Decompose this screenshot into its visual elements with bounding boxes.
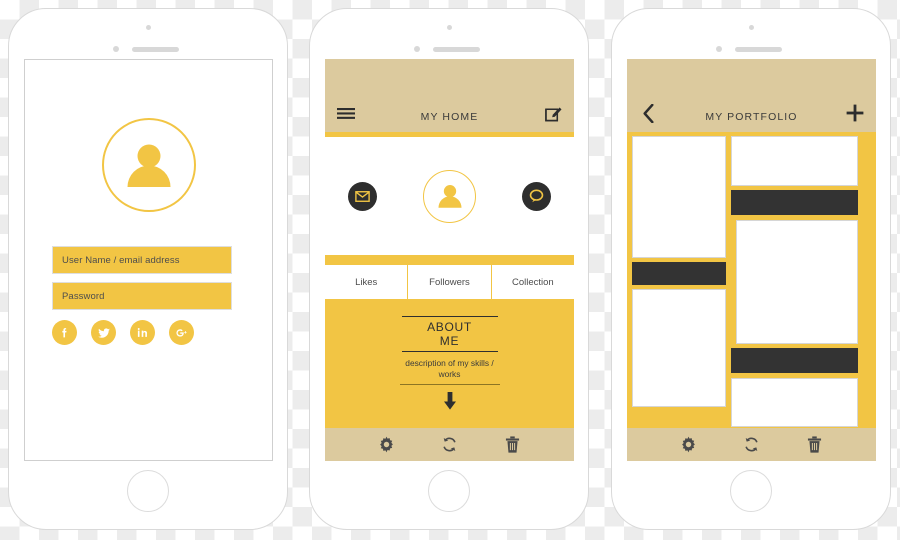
- person-avatar-icon: [101, 118, 196, 212]
- trash-delete-icon[interactable]: [504, 436, 522, 454]
- back-chevron-icon[interactable]: [637, 103, 659, 123]
- mockup-canvas: User Name / email address Password MY HO…: [0, 0, 900, 540]
- refresh-sync-icon[interactable]: [743, 436, 761, 454]
- refresh-sync-icon[interactable]: [441, 436, 459, 454]
- phone-device-portfolio: MY PORTFOLIO: [611, 8, 891, 530]
- about-me-section: ABOUT ME description of my skills / work…: [325, 299, 574, 428]
- social-login-row: [52, 320, 232, 345]
- front-camera-icon: [446, 25, 452, 30]
- portfolio-tile-3[interactable]: [731, 190, 858, 215]
- portfolio-header: MY PORTFOLIO: [627, 59, 876, 132]
- person-avatar-icon[interactable]: [423, 169, 476, 223]
- earpiece-speaker: [735, 47, 782, 52]
- hero-actions-card: [325, 137, 574, 255]
- earpiece-speaker: [132, 47, 179, 52]
- portfolio-tile-4[interactable]: [632, 262, 726, 285]
- home-body: Likes Followers Collection ABOUT ME desc…: [325, 132, 574, 428]
- username-field[interactable]: User Name / email address: [52, 246, 232, 274]
- mail-envelope-icon[interactable]: [348, 181, 377, 211]
- portfolio-tile-8[interactable]: [731, 378, 858, 427]
- proximity-sensor-icon: [113, 46, 119, 52]
- facebook-icon[interactable]: [52, 320, 77, 345]
- proximity-sensor-icon: [716, 46, 722, 52]
- home-tabs: Likes Followers Collection: [325, 265, 574, 299]
- googleplus-icon[interactable]: [169, 320, 194, 345]
- login-screen: User Name / email address Password: [24, 59, 273, 461]
- tabs-spacer: [325, 255, 574, 265]
- home-button[interactable]: [428, 470, 470, 512]
- portfolio-tile-2[interactable]: [731, 136, 858, 186]
- username-field-value: User Name / email address: [62, 254, 180, 266]
- phone-device-home: MY HOME Likes Followers Collection ABOUT…: [309, 8, 589, 530]
- about-me-title: ABOUT ME: [401, 316, 498, 352]
- home-screen: MY HOME Likes Followers Collection ABOUT…: [325, 59, 574, 461]
- login-content: User Name / email address Password: [25, 60, 272, 460]
- about-me-description: description of my skills / works: [399, 358, 500, 385]
- home-button[interactable]: [127, 470, 169, 512]
- twitter-icon[interactable]: [91, 320, 116, 345]
- down-arrow-icon[interactable]: [442, 392, 458, 415]
- front-camera-icon: [145, 25, 151, 30]
- earpiece-speaker: [433, 47, 480, 52]
- tab-collection[interactable]: Collection: [490, 265, 574, 299]
- portfolio-footer-toolbar: [627, 428, 876, 461]
- portfolio-tile-1[interactable]: [632, 136, 726, 258]
- home-footer-toolbar: [325, 428, 574, 461]
- phone-device-login: User Name / email address Password: [8, 8, 288, 530]
- linkedin-icon[interactable]: [130, 320, 155, 345]
- settings-gear-icon[interactable]: [680, 436, 698, 454]
- compose-edit-icon[interactable]: [542, 103, 564, 123]
- proximity-sensor-icon: [414, 46, 420, 52]
- portfolio-tile-5[interactable]: [736, 220, 858, 344]
- home-header: MY HOME: [325, 59, 574, 132]
- portfolio-grid: [627, 132, 876, 428]
- settings-gear-icon[interactable]: [378, 436, 396, 454]
- page-title: MY HOME: [420, 111, 479, 123]
- chat-bubble-icon[interactable]: [522, 181, 551, 211]
- home-button[interactable]: [730, 470, 772, 512]
- front-camera-icon: [748, 25, 754, 30]
- portfolio-tile-6[interactable]: [632, 289, 726, 407]
- hamburger-menu-icon[interactable]: [335, 103, 357, 123]
- portfolio-screen: MY PORTFOLIO: [627, 59, 876, 461]
- portfolio-app-container: MY PORTFOLIO: [627, 59, 876, 461]
- portfolio-tile-7[interactable]: [731, 348, 858, 373]
- home-app-container: MY HOME Likes Followers Collection ABOUT…: [325, 59, 574, 461]
- password-field-value: Password: [62, 290, 105, 302]
- add-plus-icon[interactable]: [844, 103, 866, 123]
- tab-likes[interactable]: Likes: [325, 265, 407, 299]
- password-field[interactable]: Password: [52, 282, 232, 310]
- page-title: MY PORTFOLIO: [705, 111, 798, 123]
- trash-delete-icon[interactable]: [806, 436, 824, 454]
- tab-followers[interactable]: Followers: [407, 265, 490, 299]
